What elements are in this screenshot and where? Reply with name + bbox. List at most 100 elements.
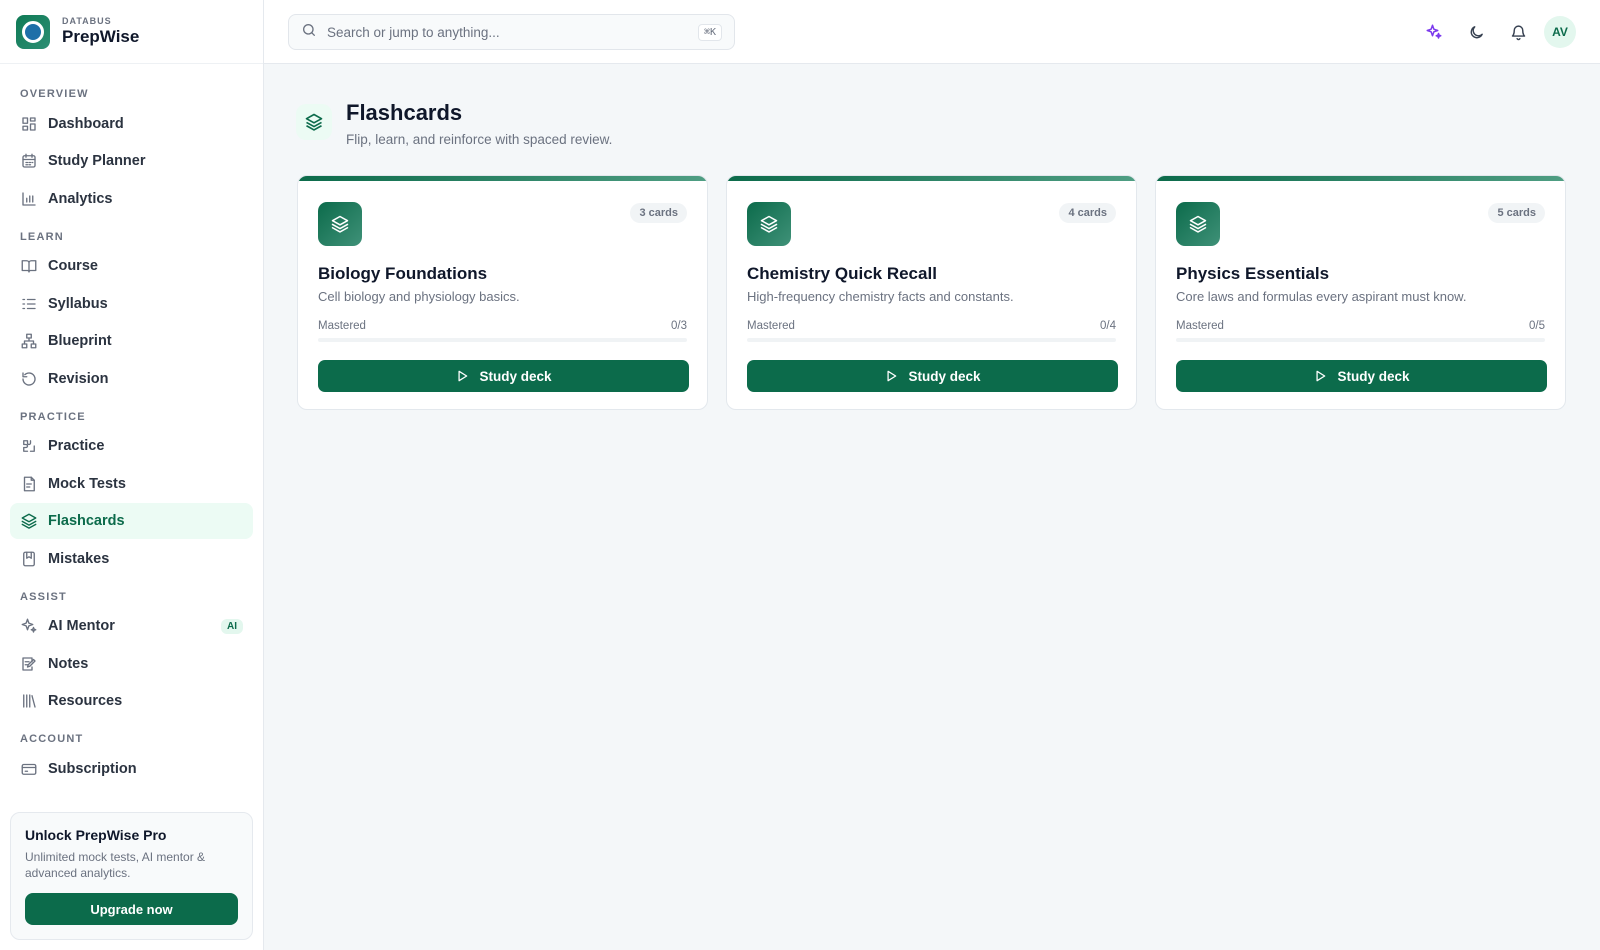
deck-description: Cell biology and physiology basics. [318,289,520,304]
brand-kicker: DATABUS [62,16,112,26]
layers-icon [318,202,362,246]
dashboard-icon [20,115,38,133]
sparkles-icon [20,617,38,635]
card-accent-bar [727,176,1136,181]
card-count-badge: 3 cards [630,203,687,223]
library-icon [20,692,38,710]
page-subtitle: Flip, learn, and reinforce with spaced r… [346,132,613,147]
deck-card: 5 cards Physics Essentials Core laws and f… [1155,175,1566,410]
nav-section-title: LEARN [20,230,64,243]
play-icon [1313,369,1327,383]
deck-card: 4 cards Chemistry Quick Recall High-freque… [726,175,1137,410]
logo-icon [16,14,50,49]
sidebar-item-mistakes[interactable]: Mistakes [10,541,253,577]
note-icon [20,655,38,673]
deck-title: Chemistry Quick Recall [747,264,937,283]
study-deck-label: Study deck [908,368,981,384]
brand[interactable]: DATABUS PrepWise [0,0,263,64]
study-deck-label: Study deck [479,368,552,384]
page-header: Flashcards Flip, learn, and reinforce wi… [296,100,612,147]
puzzle-icon [20,437,38,455]
book-icon [20,257,38,275]
layers-icon [20,512,38,530]
sidebar-item-label: Mock Tests [48,475,126,492]
bar-chart-icon [20,190,38,208]
sparkles-icon[interactable] [1418,16,1450,48]
deck-title: Biology Foundations [318,264,488,283]
progress-value: 0/5 [1529,320,1545,332]
sidebar-item-label: Syllabus [48,295,108,312]
sidebar-item-subscription[interactable]: Subscription [10,751,253,787]
play-icon [455,369,469,383]
nav-section-title: ACCOUNT [20,733,84,745]
progress-value: 0/3 [671,320,687,332]
study-deck-button[interactable]: Study deck [747,360,1118,392]
sidebar-nav: OVERVIEW Dashboard Study Planner Analytics L… [0,64,263,787]
upgrade-promo: Unlock PrepWise Pro Unlimited mock tests… [10,812,253,940]
search-box[interactable]: ⌘K [288,14,735,50]
sidebar-item-ai-mentor[interactable]: AI Mentor AI [10,608,253,644]
progress-bar [747,338,1116,342]
sidebar-item-label: Flashcards [48,513,125,529]
progress-bar [1176,338,1545,342]
sitemap-icon [20,332,38,350]
progress-bar [318,338,687,342]
search-input[interactable] [327,24,687,40]
sidebar-item-practice[interactable]: Practice [10,428,253,464]
nav-section-title: PRACTICE [20,410,86,423]
deck-title: Physics Essentials [1176,264,1330,283]
study-deck-label: Study deck [1337,368,1410,384]
list-icon [20,295,38,313]
progress-label: Mastered [747,320,795,332]
calendar-icon [20,152,38,170]
sidebar-item-study-planner[interactable]: Study Planner [10,143,253,179]
sidebar-item-label: Notes [48,655,89,672]
sidebar-item-analytics[interactable]: Analytics [10,181,253,217]
promo-title: Unlock PrepWise Pro [25,827,167,843]
sidebar-item-revision[interactable]: Revision [10,361,253,397]
layers-icon [747,202,791,246]
sidebar-item-label: Blueprint [48,333,112,349]
deck-card: 3 cards Biology Foundations Cell biology a… [297,175,708,410]
sidebar-item-label: Mistakes [48,550,110,567]
sidebar-item-label: Study Planner [48,153,146,169]
study-deck-button[interactable]: Study deck [1176,360,1547,392]
deck-description: High-frequency chemistry facts and const… [747,289,1014,304]
sidebar-item-dashboard[interactable]: Dashboard [10,106,253,142]
card-count-badge: 5 cards [1488,203,1545,223]
top-bar: ⌘K AV [264,0,1600,64]
play-icon [884,369,898,383]
sidebar-item-blueprint[interactable]: Blueprint [10,323,253,359]
sidebar-item-resources[interactable]: Resources [10,683,253,719]
progress-value: 0/4 [1100,320,1116,332]
upgrade-button[interactable]: Upgrade now [25,893,238,925]
nav-section-title: ASSIST [20,590,67,603]
moon-icon[interactable] [1460,16,1492,48]
bell-icon[interactable] [1502,16,1534,48]
bookmark-icon [20,550,38,568]
sidebar-item-syllabus[interactable]: Syllabus [10,286,253,322]
search-icon [301,22,317,43]
promo-text: Unlimited mock tests, AI mentor & advanc… [25,850,206,880]
progress-label: Mastered [1176,320,1224,332]
sidebar-item-label: Practice [48,438,105,454]
ai-badge: AI [221,618,243,634]
sidebar-item-course[interactable]: Course [10,248,253,284]
sidebar: DATABUS PrepWise OVERVIEW Dashboard Study … [0,0,264,950]
sidebar-item-label: AI Mentor [48,618,115,634]
study-deck-button[interactable]: Study deck [318,360,689,392]
sidebar-item-label: Subscription [48,760,137,777]
credit-card-icon [20,760,38,778]
sidebar-item-label: Analytics [48,190,113,207]
deck-description: Core laws and formulas every aspirant mu… [1176,289,1467,304]
sidebar-item-label: Revision [48,370,109,387]
sidebar-item-mock-tests[interactable]: Mock Tests [10,466,253,502]
sidebar-item-notes[interactable]: Notes [10,646,253,682]
card-accent-bar [1156,176,1565,181]
sidebar-item-flashcards[interactable]: Flashcards [10,503,253,539]
search-shortcut: ⌘K [697,23,722,41]
card-accent-bar [298,176,707,181]
sidebar-item-label: Course [48,258,98,274]
avatar[interactable]: AV [1544,16,1576,48]
document-icon [20,475,38,493]
